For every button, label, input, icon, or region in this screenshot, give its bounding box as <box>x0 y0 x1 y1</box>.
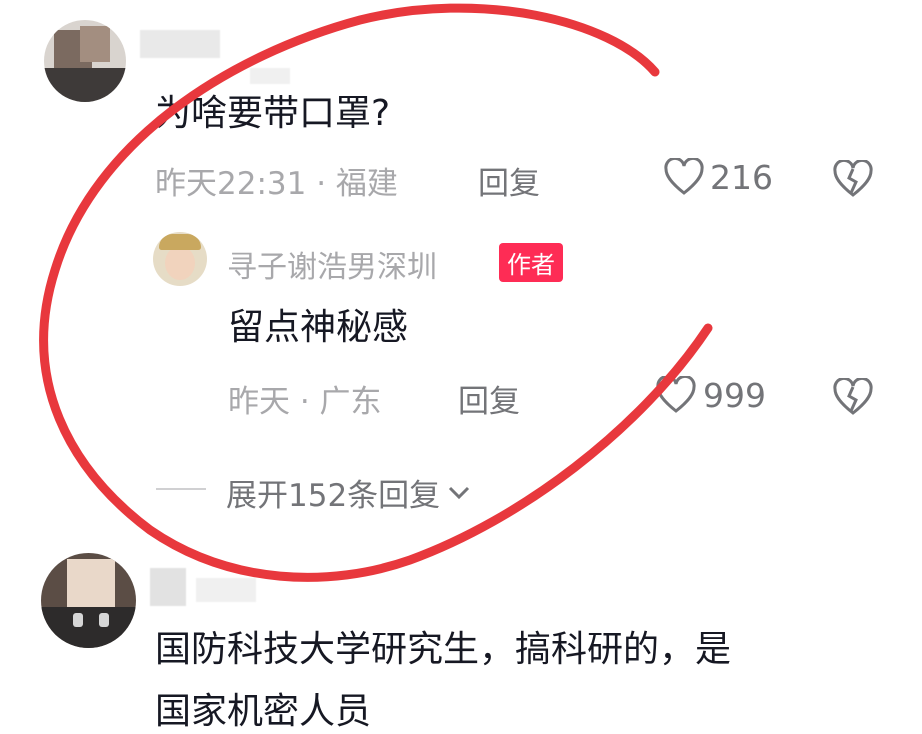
comment-meta: 昨天22:31 · 福建 <box>155 166 398 202</box>
avatar[interactable] <box>44 20 126 102</box>
dislike-broken-heart-icon <box>833 378 873 415</box>
expand-divider <box>156 488 206 490</box>
comment-text: 为啥要带口罩? <box>155 93 391 134</box>
reply-meta: 昨天 · 广东 <box>228 384 382 420</box>
reply-text: 留点神秘感 <box>228 307 409 348</box>
username-blurred <box>250 68 290 84</box>
dislike-button[interactable] <box>833 378 873 416</box>
author-badge: 作者 <box>499 243 563 282</box>
like-count: 999 <box>703 376 766 415</box>
reply-button[interactable]: 回复 <box>478 158 540 203</box>
comment-text: 国防科技大学研究生，搞科研的，是 <box>155 629 732 670</box>
heart-icon <box>664 158 704 195</box>
username-blurred <box>140 30 220 58</box>
heart-icon <box>656 376 696 413</box>
avatar[interactable] <box>41 553 136 648</box>
like-count: 216 <box>710 158 773 197</box>
like-button[interactable] <box>656 376 696 414</box>
expand-replies-button[interactable]: 展开152条回复 <box>226 470 472 515</box>
dislike-button[interactable] <box>833 160 873 198</box>
reply-username[interactable]: 寻子谢浩男深圳 <box>227 242 437 286</box>
reply-avatar[interactable] <box>153 232 207 286</box>
username-blurred <box>150 568 186 606</box>
username-blurred <box>196 578 256 602</box>
expand-replies-label: 展开152条回复 <box>226 478 441 514</box>
red-annotation-circle <box>39 3 713 582</box>
like-button[interactable] <box>664 158 704 196</box>
reply-button[interactable]: 回复 <box>458 376 520 421</box>
dislike-broken-heart-icon <box>833 160 873 197</box>
comment-text-line2: 国家机密人员 <box>155 691 372 732</box>
chevron-down-icon <box>449 486 470 499</box>
